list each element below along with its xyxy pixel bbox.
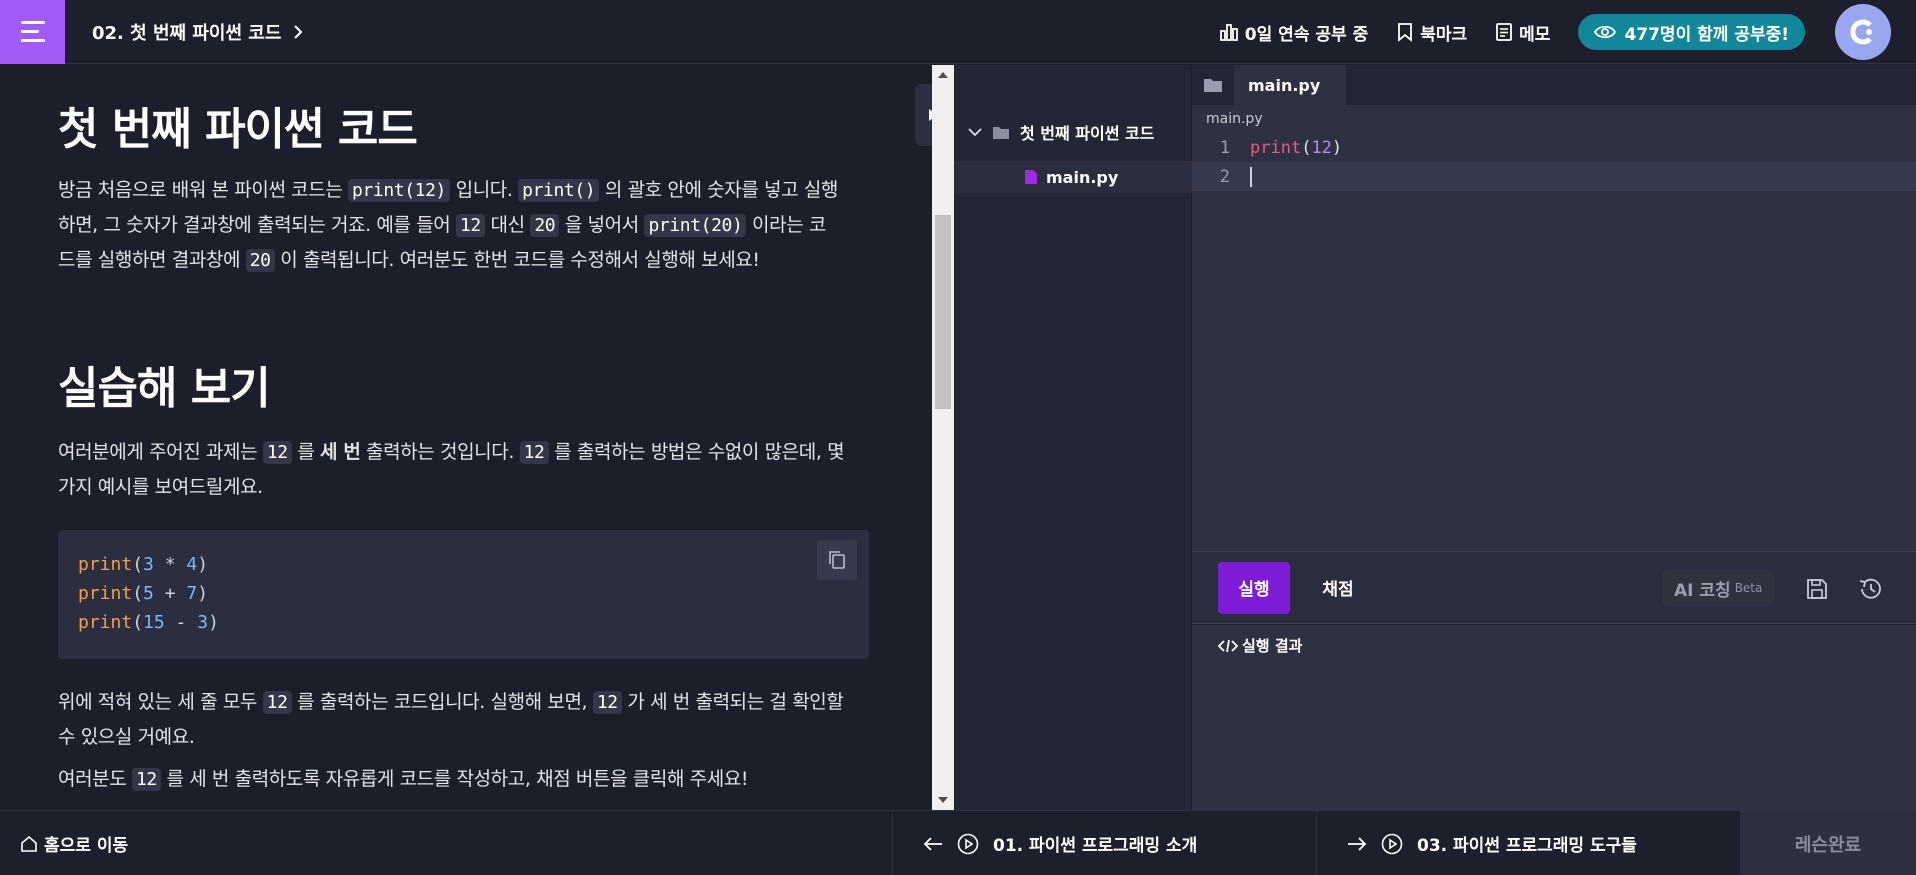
arrow-left-icon (923, 836, 942, 851)
save-icon (1807, 579, 1827, 599)
home-icon (21, 835, 37, 852)
output-title: 실행 결과 (1218, 635, 1302, 656)
inline-code: 12 (592, 691, 622, 714)
grade-button[interactable]: 채점 (1302, 562, 1374, 614)
tree-file-main[interactable]: main.py (954, 161, 1192, 193)
history-icon (1859, 578, 1881, 599)
line-number: 1 (1219, 137, 1230, 158)
footer-nav: 홈으로 이동 01. 파이썬 프로그래밍 소개 03. 파이썬 프로그래밍 도구… (0, 810, 1916, 875)
example-code-block: print(3 * 4) print(5 + 7) print(15 - 3) (58, 530, 869, 659)
inline-code: 12 (456, 214, 485, 237)
play-circle-icon (957, 833, 979, 854)
lesson-title: 첫 번째 파이썬 코드 (58, 104, 418, 155)
inline-code: print(20) (644, 214, 747, 237)
editor-line-2[interactable]: 2 (1192, 162, 1916, 191)
arrow-right-icon (1348, 836, 1367, 851)
bookmark-button[interactable]: 북마크 (1396, 20, 1467, 45)
lesson-panel: 첫 번째 파이썬 코드 방금 처음으로 배워 본 파이썬 코드는 print(1… (0, 65, 932, 810)
go-home-label: 홈으로 이동 (44, 836, 129, 856)
save-button[interactable] (1802, 574, 1832, 604)
scroll-up-arrow[interactable] (932, 65, 954, 85)
copy-icon (829, 551, 845, 569)
streak-label: 0일 연속 공부 중 (1244, 24, 1369, 45)
go-home-button[interactable]: 홈으로 이동 (0, 811, 892, 875)
prev-lesson-label: 01. 파이썬 프로그래밍 소개 (993, 836, 1198, 856)
ai-coaching-button[interactable]: AI 코칭 Beta (1662, 570, 1775, 606)
scroll-down-arrow[interactable] (932, 790, 954, 810)
breadcrumb[interactable]: 02. 첫 번째 파이썬 코드 (92, 19, 303, 45)
folder-icon (1204, 79, 1222, 92)
code-editor[interactable]: main.py main.py 1 print(12) 2 (1192, 65, 1916, 551)
inline-code: 12 (262, 691, 292, 714)
next-lesson-button[interactable]: 03. 파이썬 프로그래밍 도구들 (1316, 811, 1740, 875)
play-circle-icon (1381, 833, 1403, 854)
tab-label: main.py (1248, 75, 1321, 95)
inline-code: 12 (262, 441, 292, 464)
history-button[interactable] (1855, 574, 1885, 604)
complete-lesson-button[interactable]: 레슨완료 (1740, 811, 1916, 875)
ai-coaching-label: AI 코칭 (1674, 580, 1731, 601)
editor-line-1[interactable]: 1 print(12) (1192, 133, 1916, 162)
breadcrumb-title: 02. 첫 번째 파이썬 코드 (92, 22, 282, 44)
code-line: print(3 * 4) (78, 554, 209, 575)
run-button[interactable]: 실행 (1218, 561, 1290, 614)
practice-title: 실습해 보기 (58, 363, 271, 414)
next-lesson-label: 03. 파이썬 프로그래밍 도구들 (1417, 836, 1637, 856)
scroll-thumb[interactable] (935, 215, 951, 409)
inline-code: print() (518, 179, 600, 202)
run-toolbar: 실행 채점 AI 코칭 Beta (1192, 551, 1916, 624)
bar-chart-icon (1219, 24, 1238, 41)
editor-file-path: main.py (1206, 111, 1263, 127)
memo-icon (1496, 23, 1513, 41)
line-number: 2 (1219, 166, 1230, 187)
inline-code: 12 (519, 441, 549, 464)
prev-lesson-button[interactable]: 01. 파이썬 프로그래밍 소개 (892, 811, 1316, 875)
user-avatar[interactable] (1835, 4, 1891, 60)
menu-icon (20, 21, 45, 24)
lesson-paragraph-1: 방금 처음으로 배워 본 파이썬 코드는 print(12) 입니다. prin… (58, 179, 839, 272)
python-file-icon (1025, 170, 1037, 184)
bookmark-icon (1398, 23, 1413, 42)
code-brackets-icon (1218, 639, 1238, 652)
top-header: 02. 첫 번째 파이썬 코드 0일 연속 공부 중 북마크 메모 477명이 … (0, 0, 1916, 64)
bookmark-label: 북마크 (1420, 24, 1468, 45)
inline-code: print(12) (348, 179, 450, 202)
chevron-down-icon (968, 128, 982, 137)
memo-label: 메모 (1519, 24, 1551, 45)
inline-code: 12 (131, 768, 161, 791)
tree-file-label: main.py (1046, 167, 1119, 187)
live-count-label: 477명이 함께 공부중! (1624, 24, 1789, 45)
file-tree-panel: 첫 번째 파이썬 코드 main.py (954, 65, 1192, 810)
editor-tabbar: main.py (1192, 65, 1916, 105)
tree-folder-label: 첫 번째 파이썬 코드 (1020, 124, 1155, 143)
code-line: print(5 + 7) (78, 583, 209, 604)
code-line: print(15 - 3) (78, 612, 219, 633)
lesson-paragraph-4: 여러분도 12 를 세 번 출력하도록 자유롭게 코드를 작성하고, 채점 버튼… (58, 768, 749, 791)
toggle-tree-button[interactable] (1192, 65, 1234, 105)
output-panel: 실행 결과 (1192, 625, 1916, 810)
memo-button[interactable]: 메모 (1495, 20, 1550, 45)
live-learners-badge[interactable]: 477명이 함께 공부중! (1578, 14, 1805, 50)
chevron-right-icon (294, 24, 303, 39)
output-title-label: 실행 결과 (1242, 637, 1303, 655)
copy-code-button[interactable] (817, 540, 857, 580)
tab-main-py[interactable]: main.py (1234, 65, 1347, 105)
avatar-logo-icon (1850, 19, 1872, 45)
eye-icon (1594, 25, 1617, 39)
menu-button[interactable] (0, 0, 65, 64)
inline-code: 20 (245, 249, 275, 272)
lesson-scrollbar[interactable] (932, 65, 954, 810)
text-cursor (1250, 166, 1252, 187)
lesson-paragraph-2: 여러분에게 주어진 과제는 12 를 세 번 출력하는 것입니다. 12 를 출… (58, 441, 845, 498)
inline-code: 20 (530, 214, 560, 237)
folder-icon (993, 126, 1009, 139)
beta-badge: Beta (1734, 581, 1763, 595)
tree-folder[interactable]: 첫 번째 파이썬 코드 (954, 117, 1192, 147)
lesson-paragraph-3: 위에 적혀 있는 세 줄 모두 12 를 출력하는 코드입니다. 실행해 보면,… (58, 691, 844, 748)
streak-button[interactable]: 0일 연속 공부 중 (1219, 20, 1368, 45)
